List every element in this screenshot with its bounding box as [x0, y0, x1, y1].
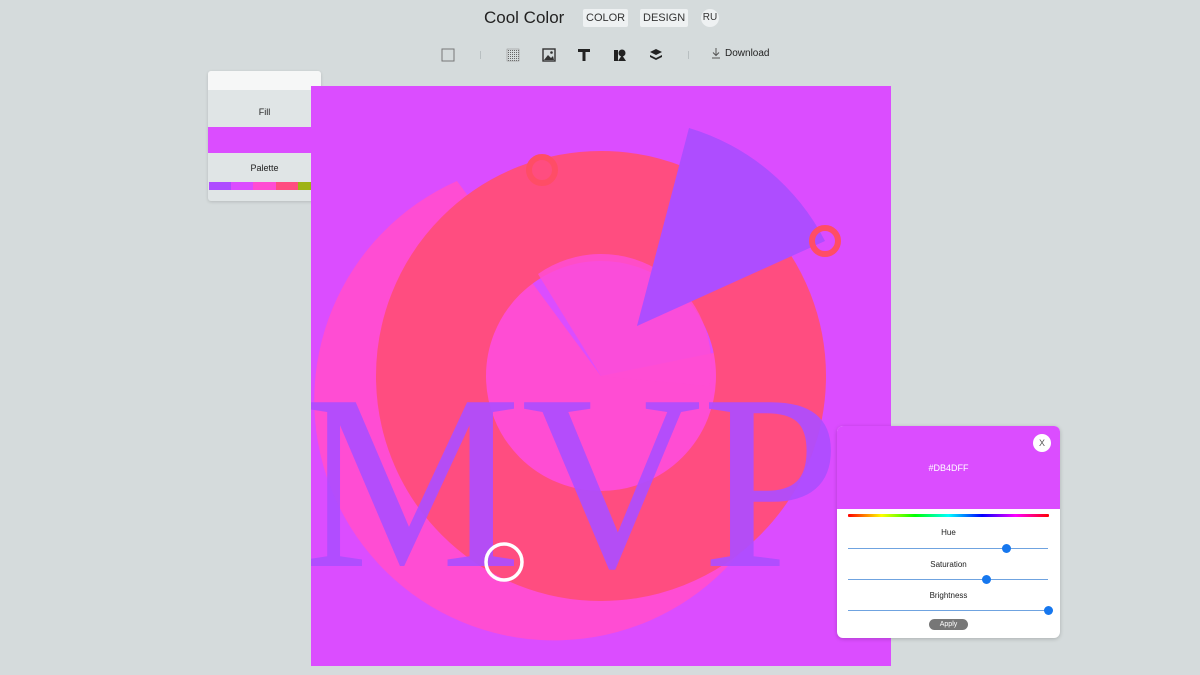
design-canvas[interactable]: MVP [311, 86, 891, 666]
color-spectrum-bar[interactable] [848, 514, 1049, 517]
frame-icon[interactable] [440, 47, 456, 63]
hex-value[interactable]: #DB4DFF [928, 463, 968, 473]
toolbar-divider [480, 51, 481, 59]
brightness-label: Brightness [929, 591, 968, 600]
color-preview: #DB4DFF X [837, 426, 1060, 509]
fill-color-swatch[interactable] [208, 127, 321, 153]
palette-swatches [209, 182, 321, 190]
layers-icon[interactable] [648, 47, 664, 63]
close-button[interactable]: X [1033, 434, 1051, 452]
palette-swatch[interactable] [253, 182, 276, 190]
download-button[interactable]: Download [711, 48, 769, 59]
saturation-slider-thumb[interactable] [982, 575, 991, 584]
shape-icon[interactable] [612, 47, 628, 63]
palette-label: Palette [250, 163, 279, 173]
saturation-slider[interactable] [848, 575, 1048, 584]
mvp-text[interactable]: MVP [311, 344, 841, 621]
brightness-slider[interactable] [848, 606, 1053, 615]
toolbar-divider [688, 51, 689, 59]
hue-slider-thumb[interactable] [1002, 544, 1011, 553]
fill-label: Fill [258, 107, 271, 117]
saturation-label: Saturation [930, 560, 967, 569]
download-icon [712, 48, 720, 59]
language-toggle[interactable]: RU [701, 9, 719, 27]
hue-slider[interactable] [848, 544, 1048, 553]
apply-button[interactable]: Apply [929, 619, 968, 630]
text-icon[interactable] [576, 47, 592, 63]
download-label: Download [725, 48, 770, 59]
nav-color[interactable]: COLOR [583, 9, 629, 27]
color-picker-panel: #DB4DFF X Hue Saturation Brightness Appl… [837, 426, 1060, 638]
fill-panel-header [208, 71, 321, 90]
palette-swatch[interactable] [209, 182, 232, 190]
image-icon[interactable] [541, 47, 557, 63]
brightness-slider-thumb[interactable] [1044, 606, 1053, 615]
texture-icon[interactable] [505, 47, 521, 63]
palette-swatch[interactable] [231, 182, 254, 190]
fill-panel: Fill Palette [208, 71, 321, 201]
palette-swatch[interactable] [275, 182, 298, 190]
nav-design[interactable]: DESIGN [640, 9, 689, 27]
app-title: Cool Color [484, 8, 565, 27]
hue-label: Hue [941, 528, 956, 537]
